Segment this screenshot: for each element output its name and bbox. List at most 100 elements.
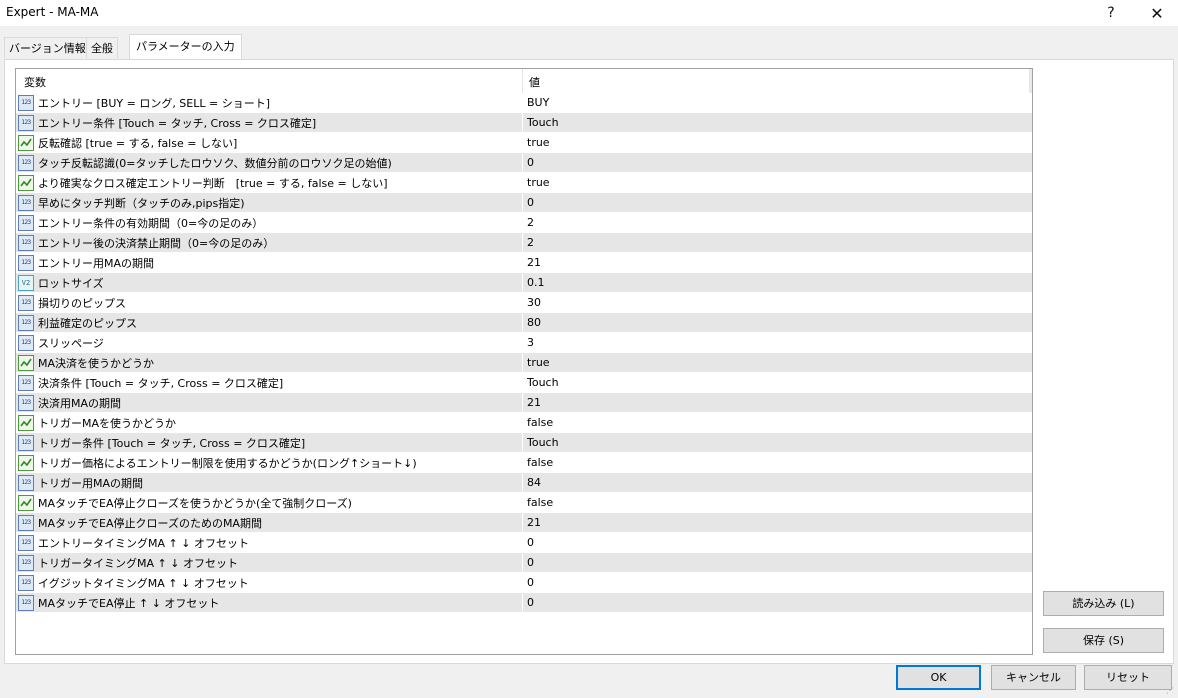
parameter-value[interactable]: 0 — [527, 536, 534, 549]
parameter-rows: 123 エントリー [BUY = ロング, SELL = ショート] BUY 123 エ… — [16, 93, 1032, 613]
parameter-row[interactable]: 123 利益確定のピップス 80 — [16, 313, 1032, 333]
column-divider[interactable] — [522, 69, 523, 93]
cell-divider — [522, 533, 523, 553]
parameter-value[interactable]: 21 — [527, 516, 541, 529]
cell-divider — [522, 353, 523, 373]
boolean-type-icon — [18, 355, 34, 371]
parameter-row[interactable]: 123 イグジットタイミングMA ↑ ↓ オフセット 0 — [16, 573, 1032, 593]
parameter-row[interactable]: 123 エントリー用MAの期間 21 — [16, 253, 1032, 273]
reset-button[interactable]: リセット — [1084, 665, 1172, 690]
parameter-row[interactable]: MAタッチでEA停止クローズを使うかどうか(全て強制クローズ) false — [16, 493, 1032, 513]
parameter-row[interactable]: より確実なクロス確定エントリー判断 [true = する, false = しな… — [16, 173, 1032, 193]
parameter-row[interactable]: 123 MAタッチでEA停止 ↑ ↓ オフセット 0 — [16, 593, 1032, 613]
parameter-value[interactable]: Touch — [527, 116, 559, 129]
parameter-row[interactable]: 123 MAタッチでEA停止クローズのためのMA期間 21 — [16, 513, 1032, 533]
parameter-row[interactable]: 123 トリガータイミングMA ↑ ↓ オフセット 0 — [16, 553, 1032, 573]
cell-divider — [522, 273, 523, 293]
parameter-row[interactable]: 123 トリガー用MAの期間 84 — [16, 473, 1032, 493]
parameter-name: 早めにタッチ判断（タッチのみ,pips指定) — [38, 197, 245, 210]
integer-type-icon: 123 — [18, 595, 34, 611]
parameter-value[interactable]: false — [527, 456, 553, 469]
cancel-button[interactable]: キャンセル — [991, 665, 1076, 690]
ok-button[interactable]: OK — [896, 665, 981, 690]
tab-parameters[interactable]: パラメーターの入力 — [129, 34, 242, 59]
parameter-name: トリガー価格によるエントリー制限を使用するかどうか(ロング↑ショート↓) — [38, 457, 417, 470]
cell-divider — [522, 493, 523, 513]
parameter-row[interactable]: V2 ロットサイズ 0.1 — [16, 273, 1032, 293]
parameter-name: トリガー用MAの期間 — [38, 477, 144, 490]
parameter-value[interactable]: Touch — [527, 436, 559, 449]
load-button[interactable]: 読み込み (L) — [1043, 591, 1164, 616]
parameter-value[interactable]: 21 — [527, 256, 541, 269]
parameter-value[interactable]: 2 — [527, 216, 534, 229]
parameter-value[interactable]: 21 — [527, 396, 541, 409]
cell-divider — [522, 193, 523, 213]
parameter-value[interactable]: 0.1 — [527, 276, 545, 289]
cell-divider — [522, 413, 523, 433]
cell-divider — [522, 573, 523, 593]
parameter-value[interactable]: true — [527, 176, 550, 189]
parameter-row[interactable]: 123 エントリー [BUY = ロング, SELL = ショート] BUY — [16, 93, 1032, 113]
parameter-value[interactable]: 80 — [527, 316, 541, 329]
parameter-grid[interactable]: 変数 値 123 エントリー [BUY = ロング, SELL = ショート] BU… — [15, 68, 1033, 655]
integer-type-icon: 123 — [18, 395, 34, 411]
window-title: Expert - MA-MA — [6, 5, 99, 19]
cell-divider — [522, 233, 523, 253]
parameter-row[interactable]: MA決済を使うかどうか true — [16, 353, 1032, 373]
parameter-row[interactable]: 反転確認 [true = する, false = しない] true — [16, 133, 1032, 153]
parameter-value[interactable]: true — [527, 136, 550, 149]
parameter-name: エントリー条件の有効期間（0=今の足のみ） — [38, 217, 264, 230]
parameter-row[interactable]: 123 エントリー後の決済禁止期間（0=今の足のみ） 2 — [16, 233, 1032, 253]
parameter-value[interactable]: 0 — [527, 576, 534, 589]
integer-type-icon: 123 — [18, 195, 34, 211]
parameter-name: エントリー後の決済禁止期間（0=今の足のみ） — [38, 237, 275, 250]
parameter-value[interactable]: 3 — [527, 336, 534, 349]
save-button[interactable]: 保存 (S) — [1043, 628, 1164, 653]
parameter-name: 損切りのピップス — [38, 297, 126, 310]
parameter-name: 反転確認 [true = する, false = しない] — [38, 137, 238, 150]
help-button[interactable]: ? — [1088, 0, 1134, 26]
parameter-row[interactable]: 123 決済条件 [Touch = タッチ, Cross = クロス確定] Touc… — [16, 373, 1032, 393]
parameter-name: エントリー [BUY = ロング, SELL = ショート] — [38, 97, 270, 110]
parameter-row[interactable]: トリガー価格によるエントリー制限を使用するかどうか(ロング↑ショート↓) fals… — [16, 453, 1032, 473]
parameter-value[interactable]: true — [527, 356, 550, 369]
parameter-value[interactable]: false — [527, 416, 553, 429]
integer-type-icon: 123 — [18, 515, 34, 531]
integer-type-icon: 123 — [18, 555, 34, 571]
boolean-type-icon — [18, 495, 34, 511]
parameter-row[interactable]: 123 早めにタッチ判断（タッチのみ,pips指定) 0 — [16, 193, 1032, 213]
parameter-value[interactable]: 0 — [527, 196, 534, 209]
parameter-value[interactable]: Touch — [527, 376, 559, 389]
parameter-name: MAタッチでEA停止クローズを使うかどうか(全て強制クローズ) — [38, 497, 352, 510]
parameter-value[interactable]: false — [527, 496, 553, 509]
integer-type-icon: 123 — [18, 315, 34, 331]
integer-type-icon: 123 — [18, 435, 34, 451]
parameter-row[interactable]: 123 エントリー条件 [Touch = タッチ, Cross = クロス確定] T… — [16, 113, 1032, 133]
parameter-row[interactable]: 123 トリガー条件 [Touch = タッチ, Cross = クロス確定] To… — [16, 433, 1032, 453]
parameter-value[interactable]: BUY — [527, 96, 549, 109]
parameter-row[interactable]: トリガーMAを使うかどうか false — [16, 413, 1032, 433]
cell-divider — [522, 93, 523, 113]
parameter-row[interactable]: 123 エントリー条件の有効期間（0=今の足のみ） 2 — [16, 213, 1032, 233]
tab-version-info[interactable]: バージョン情報 — [4, 37, 91, 58]
parameter-value[interactable]: 84 — [527, 476, 541, 489]
parameter-name: 利益確定のピップス — [38, 317, 137, 330]
parameter-value[interactable]: 2 — [527, 236, 534, 249]
close-button[interactable]: ✕ — [1134, 0, 1178, 26]
integer-type-icon: 123 — [18, 255, 34, 271]
parameter-row[interactable]: 123 エントリータイミングMA ↑ ↓ オフセット 0 — [16, 533, 1032, 553]
parameter-name: トリガー条件 [Touch = タッチ, Cross = クロス確定] — [38, 437, 306, 450]
column-header-variable[interactable]: 変数 — [24, 74, 46, 90]
cell-divider — [522, 153, 523, 173]
parameter-value[interactable]: 0 — [527, 556, 534, 569]
resize-grip-icon[interactable]: ⋰ — [1166, 686, 1176, 696]
parameter-value[interactable]: 0 — [527, 156, 534, 169]
parameter-row[interactable]: 123 決済用MAの期間 21 — [16, 393, 1032, 413]
parameter-row[interactable]: 123 スリッページ 3 — [16, 333, 1032, 353]
parameter-value[interactable]: 0 — [527, 596, 534, 609]
tab-general[interactable]: 全般 — [86, 37, 118, 58]
parameter-value[interactable]: 30 — [527, 296, 541, 309]
column-header-value[interactable]: 値 — [529, 74, 540, 90]
parameter-row[interactable]: 123 損切りのピップス 30 — [16, 293, 1032, 313]
parameter-row[interactable]: 123 タッチ反転認識(0=タッチしたロウソク、数値分前のロウソク足の始値) 0 — [16, 153, 1032, 173]
